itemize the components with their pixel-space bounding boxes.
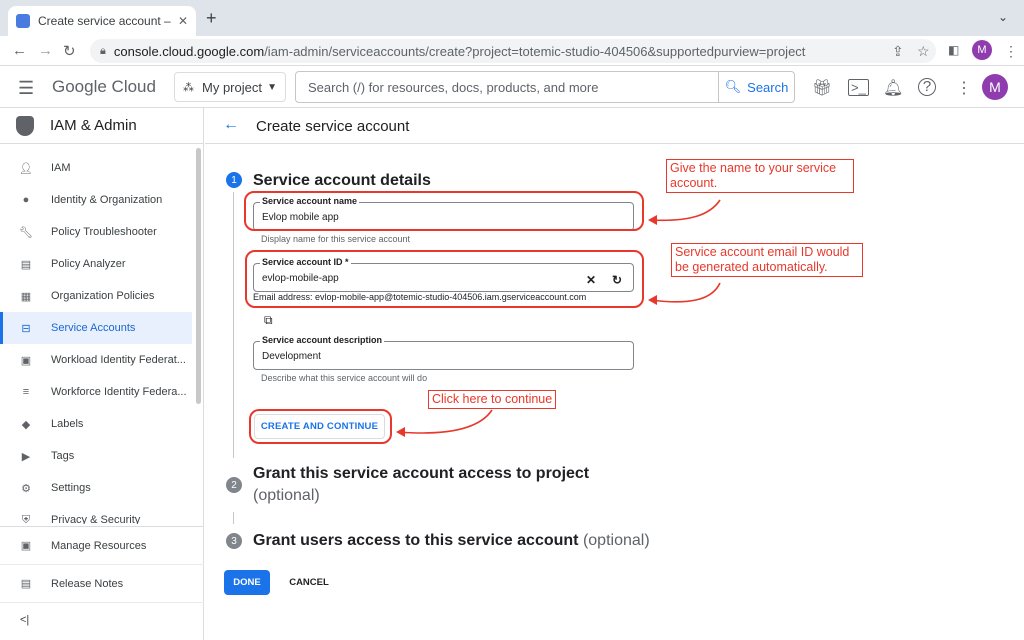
arrow-email — [649, 282, 721, 303]
arrowhead-name — [648, 215, 657, 225]
arrowhead-create — [396, 427, 405, 437]
annotation-arrows — [396, 199, 721, 437]
arrow-name — [649, 199, 721, 222]
arrow-create — [397, 409, 493, 434]
arrowhead-email — [648, 295, 657, 305]
